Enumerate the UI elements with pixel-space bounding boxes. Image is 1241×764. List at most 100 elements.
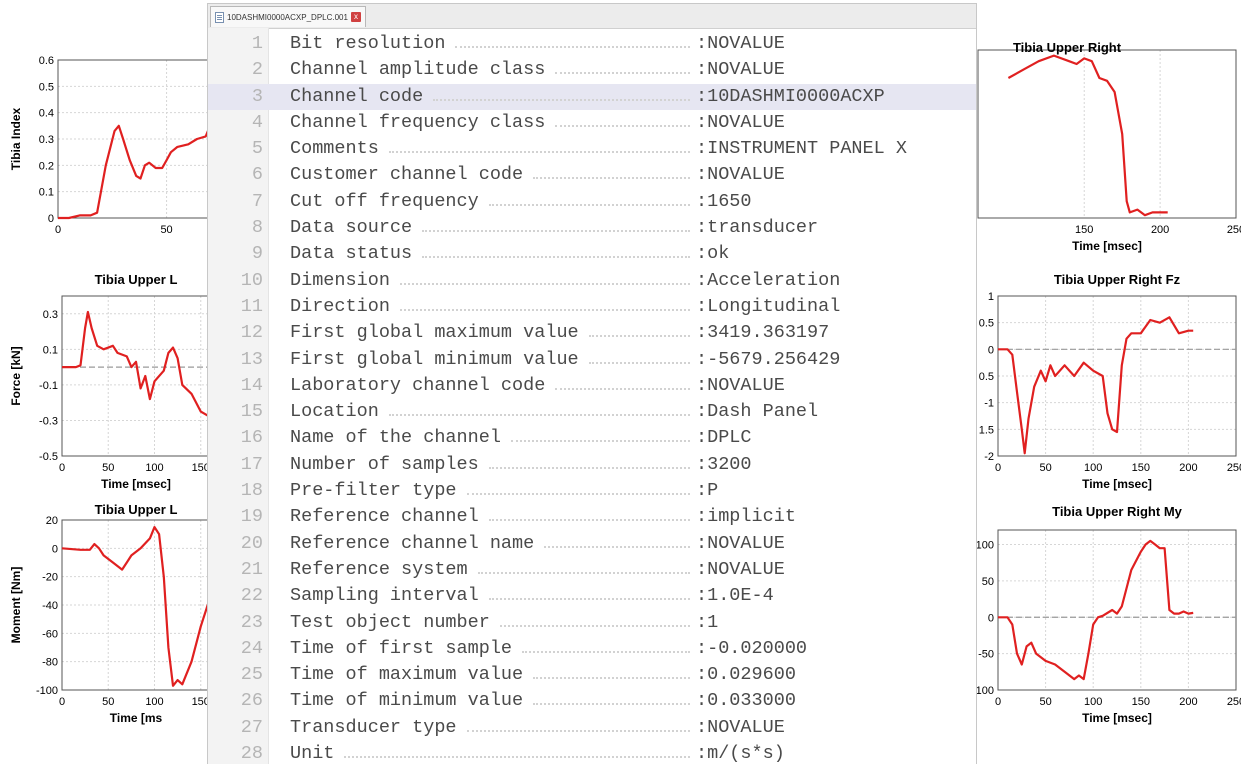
line-number: 18 [240,480,263,502]
field-value: :NOVALUE [696,558,785,580]
field-name: Customer channel code [290,164,524,186]
field-value: :P [696,480,719,502]
editor-line[interactable]: 15 Location:Dash Panel [208,399,976,425]
field-name: Time of minimum value [290,690,524,712]
chart-svg: -100-80-60-40-200200 50 100 150Tibia Upper … [9,502,212,725]
field-name: Reference channel name [290,532,535,554]
editor-line[interactable]: 19 Reference channel:implicit [208,504,976,530]
leader-dots [400,282,690,285]
editor-line[interactable]: 12 First global maximum value:3419.363197 [208,320,976,346]
leader-dots [433,98,690,101]
x-axis-label: Time [ms [110,711,163,725]
x-axis-label: Time [msec] [1072,239,1142,253]
field-value: :NOVALUE [696,59,785,81]
leader-dots [511,440,690,443]
editor-line[interactable]: 17 Number of samples:3200 [208,452,976,478]
editor-line[interactable]: 7 Cut off frequency:1650 [208,189,976,215]
editor-tab[interactable]: 10DASHMI0000ACXP_DPLC.001 x [210,6,366,27]
editor-line[interactable]: 2 Channel amplitude class:NOVALUE [208,57,976,83]
leader-dots [400,308,690,311]
line-number: 14 [240,374,263,396]
y-tick-label: 1 [988,291,994,303]
line-number: 25 [240,664,263,686]
field-value: :transducer [696,217,819,239]
field-value: :3419.363197 [696,322,830,344]
editor-line[interactable]: 11 Direction:Longitudinal [208,294,976,320]
editor-line[interactable]: 14 Laboratory channel code:NOVALUE [208,373,976,399]
field-value: :NOVALUE [696,33,785,54]
y-tick-label: -2 [984,451,994,463]
plot-frame [997,529,1237,691]
editor-line[interactable]: 26 Time of minimum value:0.033000 [208,688,976,714]
field-name: Pre-filter type [290,480,457,502]
line-number: 17 [240,453,263,475]
line-number: 5 [251,138,263,160]
chart-svg: -0.5-0.3-0.10.10.30 50 100 150Tibia Upper L… [9,272,211,491]
field-name: Channel frequency class [290,111,546,133]
field-name: Sampling interval [290,585,479,607]
x-tick-label: 0 [995,462,1001,474]
editor-line[interactable]: 25 Time of maximum value:0.029600 [208,662,976,688]
editor-line[interactable]: 1 Bit resolution:NOVALUE [208,31,976,57]
leader-dots [467,729,690,732]
editor-line[interactable]: 10 Dimension:Acceleration [208,268,976,294]
editor-line[interactable]: 28 Unit:m/(s*s) [208,741,976,764]
editor-line[interactable]: 22 Sampling interval :1.0E-4 [208,583,976,609]
editor-line[interactable]: 9 Data status:ok [208,241,976,267]
field-value: :-5679.256429 [696,348,841,370]
editor-content[interactable]: 1 Bit resolution:NOVALUE 2 Channel amplitud… [208,31,976,764]
field-value: :NOVALUE [696,716,785,738]
line-number: 9 [251,243,263,265]
field-name: Direction [290,295,390,317]
editor-line[interactable]: 3 Channel code:10DASHMI0000ACXP [208,83,976,110]
y-tick-label: 100 [976,685,994,697]
editor-line[interactable]: 4 Channel frequency class:NOVALUE [208,110,976,136]
line-number: 22 [240,585,263,607]
editor-line[interactable]: 8 Data source:transducer [208,215,976,241]
field-value: :DPLC [696,427,752,449]
field-value: :0.029600 [696,664,796,686]
x-tick-label: 250 [1227,462,1241,474]
line-number: 3 [251,85,263,107]
field-value: :NOVALUE [696,111,785,133]
editor-line[interactable]: 18 Pre-filter type :P [208,478,976,504]
y-tick-label: 0.3 [43,309,58,321]
leader-dots [422,230,690,233]
line-number: 2 [251,59,263,81]
field-name: Location [290,401,379,423]
series-line [62,310,211,418]
editor-line[interactable]: 13 First global minimum value:-5679.25642… [208,347,976,373]
leader-dots [478,571,690,574]
field-value: :Dash Panel [696,401,819,423]
field-value: :1.0E-4 [696,585,774,607]
editor-line[interactable]: 24 Time of first sample:-0.020000 [208,636,976,662]
chart-tibia-upper-left-force: -0.5 -0.3 -0.1 0.1 0.3 0 50 100 150 Tibia Upper L… [4,266,214,500]
field-name: Name of the channel [290,427,501,449]
x-tick-label: 0 [55,224,61,236]
x-tick-label: 150 [1132,462,1150,474]
y-tick-label: 0.2 [39,160,54,172]
field-value: :10DASHMI0000ACXP [696,85,885,107]
line-number: 21 [240,558,263,580]
close-tab-icon[interactable]: x [350,12,361,22]
y-tick-label: -0.1 [39,380,58,392]
x-tick-label: 50 [102,696,114,708]
editor-line[interactable]: 16 Name of the channel:DPLC [208,425,976,451]
file-icon [215,11,224,23]
editor-line[interactable]: 5 Comments:INSTRUMENT PANEL X [208,136,976,162]
x-tick-label: 250 [1227,224,1241,236]
x-tick-label: 50 [160,224,172,236]
editor-line[interactable]: 20 Reference channel name:NOVALUE [208,531,976,557]
line-number: 6 [251,164,263,186]
editor-line[interactable]: 21 Reference system :NOVALUE [208,557,976,583]
editor-line[interactable]: 6 Customer channel code:NOVALUE [208,162,976,188]
line-number: 20 [240,532,263,554]
editor-line[interactable]: 23 Test object number:1 [208,610,976,636]
line-number: 28 [240,743,263,764]
chart-svg: 150 200 250 Tibia Upper Right Time [msec] [977,40,1241,253]
field-name: Reference system [290,558,468,580]
line-number: 24 [240,637,263,659]
editor-line[interactable]: 27 Transducer type:NOVALUE [208,715,976,741]
field-value: :Acceleration [696,269,841,291]
series-line [998,316,1194,455]
